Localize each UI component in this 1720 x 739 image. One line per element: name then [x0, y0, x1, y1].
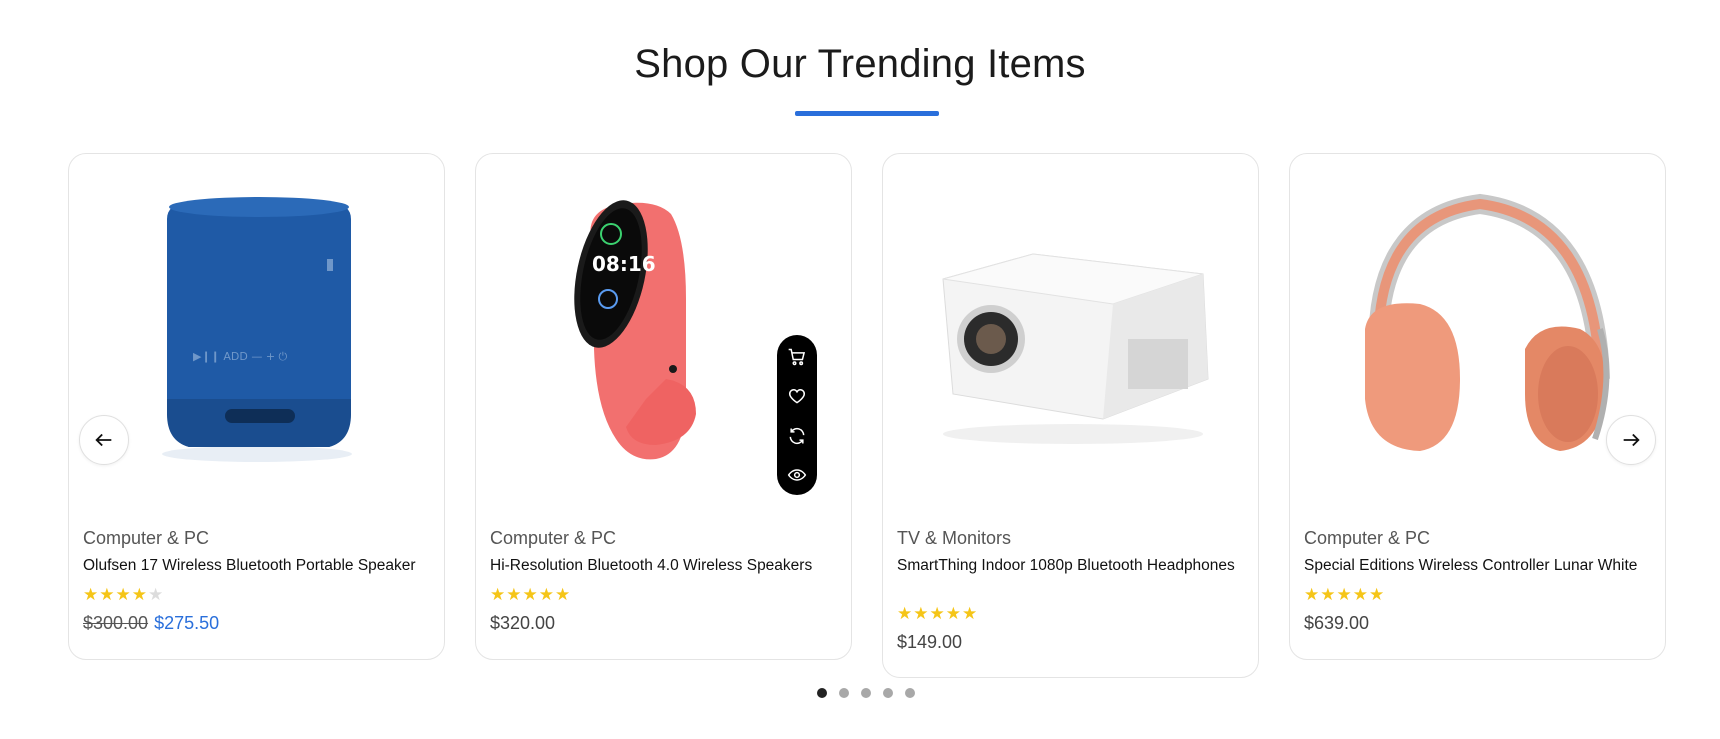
pagination-dot[interactable]	[817, 688, 827, 698]
speaker-icon: ▶❙❙ ADD — + ⏻	[162, 197, 352, 462]
old-price: $300.00	[83, 613, 149, 633]
price-row: $320.00	[490, 613, 555, 634]
title-underline	[795, 111, 939, 116]
rating-stars: ★★★★★	[1304, 586, 1385, 604]
price-row: $149.00	[897, 632, 962, 653]
section-title: Shop Our Trending Items	[634, 42, 1086, 86]
pagination-dot[interactable]	[883, 688, 893, 698]
product-image[interactable]	[903, 179, 1240, 479]
rating-stars: ★★★★★	[490, 586, 571, 604]
star-icon: ★	[506, 585, 523, 604]
star-icon: ★	[131, 585, 148, 604]
price-row: $300.00 $275.50	[83, 613, 219, 634]
product-card[interactable]: TV & Monitors SmartThing Indoor 1080p Bl…	[882, 153, 1259, 678]
star-icon: ★	[99, 585, 116, 604]
star-icon: ★	[1369, 585, 1386, 604]
star-icon: ★	[148, 585, 165, 604]
carousel-next-button[interactable]	[1606, 415, 1656, 465]
star-icon: ★	[929, 604, 946, 623]
star-icon: ★	[555, 585, 572, 604]
pagination-dot[interactable]	[839, 688, 849, 698]
rating-stars: ★★★★★	[897, 605, 978, 623]
star-icon: ★	[897, 604, 914, 623]
projector-icon	[942, 253, 1209, 444]
star-icon: ★	[83, 585, 100, 604]
price: $639.00	[1304, 613, 1370, 633]
sale-price: $275.50	[154, 613, 220, 633]
star-icon: ★	[913, 604, 930, 623]
headphones-icon	[1365, 193, 1610, 451]
product-category[interactable]: Computer & PC	[83, 528, 209, 549]
product-name[interactable]: SmartThing Indoor 1080p Bluetooth Headph…	[897, 556, 1247, 575]
star-icon: ★	[1304, 585, 1321, 604]
pagination-dot[interactable]	[861, 688, 871, 698]
star-icon: ★	[490, 585, 507, 604]
product-category[interactable]: TV & Monitors	[897, 528, 1011, 549]
star-icon: ★	[115, 585, 132, 604]
product-name[interactable]: Special Editions Wireless Controller Lun…	[1304, 556, 1654, 575]
star-icon: ★	[962, 604, 979, 623]
product-card[interactable]: ▶❙❙ ADD — + ⏻ Computer & PC Olufsen 17 W…	[68, 153, 445, 660]
star-icon: ★	[1336, 585, 1353, 604]
star-icon: ★	[1352, 585, 1369, 604]
price-row: $639.00	[1304, 613, 1369, 634]
product-category[interactable]: Computer & PC	[1304, 528, 1430, 549]
product-action-bar	[777, 335, 817, 495]
eye-icon[interactable]	[785, 463, 809, 487]
price: $149.00	[897, 632, 963, 652]
carousel-pagination	[817, 688, 915, 698]
pagination-dot[interactable]	[905, 688, 915, 698]
star-icon: ★	[945, 604, 962, 623]
star-icon: ★	[1320, 585, 1337, 604]
product-card[interactable]: 08:16 Computer & PC Hi-Resolution Blueto…	[475, 153, 852, 660]
svg-text:▶❙❙ ADD — + ⏻: ▶❙❙ ADD — + ⏻	[193, 350, 288, 363]
product-name[interactable]: Olufsen 17 Wireless Bluetooth Portable S…	[83, 556, 433, 575]
compare-icon[interactable]	[785, 424, 809, 448]
carousel-prev-button[interactable]	[79, 415, 129, 465]
svg-text:08:16: 08:16	[592, 252, 656, 276]
price: $320.00	[490, 613, 556, 633]
product-image[interactable]	[1310, 179, 1647, 479]
product-category[interactable]: Computer & PC	[490, 528, 616, 549]
product-image[interactable]: ▶❙❙ ADD — + ⏻	[89, 179, 426, 479]
rating-stars: ★★★★★	[83, 586, 164, 604]
arrow-left-icon	[95, 433, 112, 447]
cart-icon[interactable]	[785, 345, 809, 369]
product-card[interactable]: Computer & PC Special Editions Wireless …	[1289, 153, 1666, 660]
star-icon: ★	[538, 585, 555, 604]
arrow-right-icon	[1623, 433, 1640, 447]
product-name[interactable]: Hi-Resolution Bluetooth 4.0 Wireless Spe…	[490, 556, 840, 575]
heart-icon[interactable]	[785, 384, 809, 408]
star-icon: ★	[522, 585, 539, 604]
